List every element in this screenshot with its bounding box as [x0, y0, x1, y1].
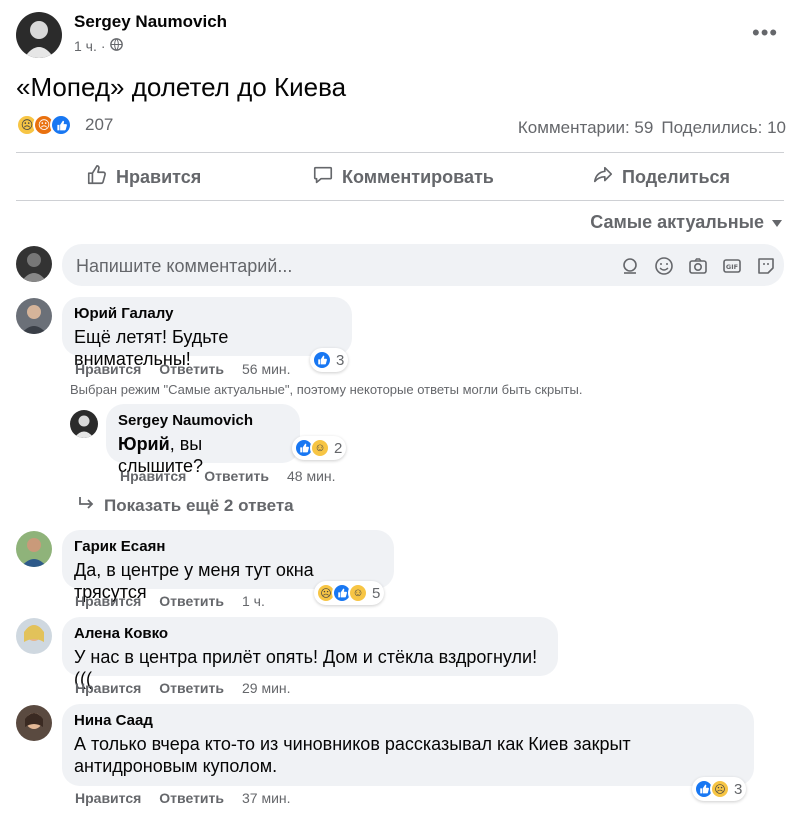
current-user-avatar[interactable]	[16, 246, 52, 282]
composer-tools: GIF	[618, 254, 778, 278]
like-button[interactable]: Нравится	[86, 162, 201, 192]
share-button-label: Поделиться	[622, 166, 731, 187]
globe-icon	[109, 38, 123, 54]
haha-emoji-icon: ☺	[310, 438, 330, 458]
comment-button-label: Комментировать	[342, 166, 494, 187]
reaction-count: 3	[336, 351, 345, 369]
post-author-name[interactable]: Sergey Naumovich	[74, 12, 227, 32]
like-icon	[312, 350, 332, 370]
reactions-count: 207	[85, 115, 114, 134]
comment-reactions[interactable]: ☹ 3	[692, 777, 747, 801]
comment-reactions[interactable]: 3	[310, 348, 349, 372]
reply-avatar[interactable]	[70, 410, 98, 438]
show-more-label: Показать ещё 2 ответа	[104, 496, 294, 515]
comment-time[interactable]: 37 мин.	[242, 790, 291, 806]
comment-text-line-2: антидроновым куполом.	[74, 756, 278, 776]
reaction-count: 2	[334, 439, 343, 457]
comment-input-placeholder[interactable]: Напишите комментарий...	[76, 256, 292, 277]
emoji-icon[interactable]	[652, 254, 676, 278]
thumbs-up-icon	[86, 164, 108, 191]
gif-icon[interactable]: GIF	[720, 254, 744, 278]
comment-like-link[interactable]: Нравится	[75, 593, 141, 609]
reply-reactions[interactable]: ☺ 2	[292, 436, 347, 460]
caret-down-icon	[772, 212, 782, 233]
comment-time[interactable]: 56 мин.	[242, 361, 291, 377]
comment-author[interactable]: Юрий Галалу	[74, 305, 340, 322]
comment-like-link[interactable]: Нравится	[75, 361, 141, 377]
comment-avatar[interactable]	[16, 531, 52, 567]
comment-like-link[interactable]: Нравится	[75, 790, 141, 806]
comment-bubble: Алена Ковко У нас в центра прилёт опять!…	[62, 617, 558, 689]
comment-bubble: Нина Саад А только вчера кто-то из чинов…	[62, 704, 754, 786]
mention-link[interactable]: Юрий	[118, 434, 170, 454]
divider-bottom	[16, 200, 784, 201]
comment-bubble: Юрий Галалу Ещё летят! Будьте внимательн…	[62, 297, 352, 369]
show-more-replies[interactable]: Показать ещё 2 ответа	[78, 496, 294, 516]
wow-emoji-icon: ☹	[710, 779, 730, 799]
comment-time[interactable]: 29 мин.	[242, 680, 291, 696]
reply-reply-link[interactable]: Ответить	[204, 468, 269, 484]
post-time[interactable]: 1 ч.	[74, 38, 97, 54]
shares-count[interactable]: Поделились: 10	[661, 118, 786, 138]
comment-reactions[interactable]: ☹ ☺ 5	[314, 581, 385, 605]
comment-avatar[interactable]	[16, 298, 52, 334]
reply-actions: Нравится Ответить 48 мин.	[120, 468, 336, 484]
reactions-summary[interactable]: ☹ ☹ 207	[16, 114, 113, 136]
reaction-count: 5	[372, 584, 381, 602]
comment-avatar[interactable]	[16, 618, 52, 654]
reply-time[interactable]: 48 мин.	[287, 468, 336, 484]
sort-dropdown[interactable]: Самые актуальные	[590, 212, 782, 233]
avatar-sticker-icon[interactable]	[618, 254, 642, 278]
comment-like-link[interactable]: Нравится	[75, 680, 141, 696]
sort-label: Самые актуальные	[590, 212, 764, 232]
comment-reply-link[interactable]: Ответить	[159, 680, 224, 696]
reply-like-link[interactable]: Нравится	[120, 468, 186, 484]
comment-button[interactable]: Комментировать	[312, 162, 494, 192]
comment-actions: Нравится Ответить 37 мин.	[75, 790, 291, 806]
reaction-count: 3	[734, 780, 743, 798]
comment-author[interactable]: Нина Саад	[74, 712, 742, 729]
comment-author[interactable]: Алена Ковко	[74, 625, 546, 642]
hidden-replies-note: Выбран режим "Самые актуальные", поэтому…	[70, 382, 583, 397]
comment-actions: Нравится Ответить 29 мин.	[75, 680, 291, 696]
comment-author[interactable]: Гарик Есаян	[74, 538, 382, 555]
speech-bubble-icon	[312, 164, 334, 191]
svg-text:GIF: GIF	[726, 263, 738, 271]
like-button-label: Нравится	[116, 166, 202, 187]
comment-actions: Нравится Ответить 1 ч.	[75, 593, 265, 609]
post-meta: 1 ч. ·	[74, 38, 123, 54]
like-icon	[50, 114, 72, 136]
share-button[interactable]: Поделиться	[592, 162, 730, 192]
share-arrow-icon	[592, 164, 614, 191]
comments-count[interactable]: Комментарии: 59	[518, 118, 653, 138]
comment-text-line-1: А только вчера кто-то из чиновников расс…	[74, 734, 631, 754]
camera-icon[interactable]	[686, 254, 710, 278]
post-stats: Комментарии: 59 Поделились: 10	[518, 118, 786, 138]
comment-actions: Нравится Ответить 56 мин.	[75, 361, 291, 377]
comment-avatar[interactable]	[16, 705, 52, 741]
comment-time[interactable]: 1 ч.	[242, 593, 265, 609]
divider-top	[16, 152, 784, 153]
comment-reply-link[interactable]: Ответить	[159, 790, 224, 806]
sticker-icon[interactable]	[754, 254, 778, 278]
care-emoji-icon: ☺	[348, 583, 368, 603]
reply-arrow-icon	[78, 496, 94, 516]
comment-reply-link[interactable]: Ответить	[159, 593, 224, 609]
reply-author[interactable]: Sergey Naumovich	[118, 412, 288, 429]
reply-bubble: Sergey Naumovich Юрий, вы слышите?	[106, 404, 300, 476]
more-options-icon[interactable]: •••	[752, 22, 778, 44]
comment-reply-link[interactable]: Ответить	[159, 361, 224, 377]
dot-separator: ·	[100, 38, 106, 54]
post-author-avatar[interactable]	[16, 12, 62, 58]
post-text: «Мопед» долетел до Киева	[16, 72, 347, 102]
